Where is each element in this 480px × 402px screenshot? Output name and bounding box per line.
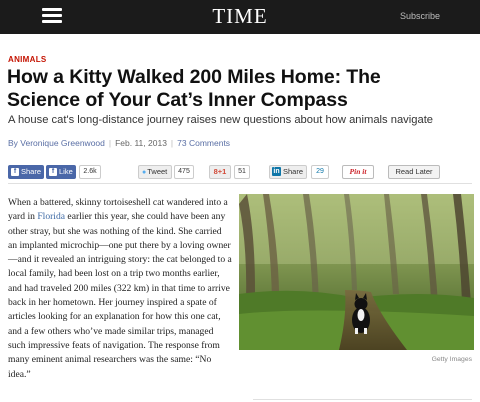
divider [253,399,472,400]
google-plus-button[interactable]: 8+1 [209,165,231,179]
article-headline: How a Kitty Walked 200 Miles Home: The S… [7,66,477,112]
facebook-share-label: Share [21,167,42,176]
byline: By Veronique Greenwood | Feb. 11, 2013 | 73 … [8,138,230,148]
divider [8,183,472,184]
linkedin-share-button[interactable]: in Share [269,165,307,179]
like-count: 2.6k [79,165,101,179]
headline-line-2: Science of Your Cat’s Inner Compass [7,89,348,111]
linkedin-icon: in [272,167,281,177]
article-dek: A house cat's long-distance journey rais… [8,114,434,126]
tweet-label: Tweet [147,167,168,176]
photo-credit: Getty Images [431,356,472,363]
headline-line-1: How a Kitty Walked 200 Miles Home: The [7,66,381,88]
linkedin-count: 29 [311,165,329,179]
author-link[interactable]: By Veronique Greenwood [8,138,105,148]
twitter-bird-icon: ● [142,169,147,176]
florida-link[interactable]: Florida [37,211,65,222]
top-navigation-bar: TIME Subscribe [0,0,480,34]
article-photo [239,194,474,350]
hamburger-menu-icon[interactable] [42,8,62,24]
article-body: When a battered, skinny tortoiseshell ca… [8,196,232,382]
facebook-icon: f [11,167,19,176]
linkedin-label: Share [283,167,304,176]
read-later-button[interactable]: Read Later [388,165,440,179]
facebook-like-label: Like [59,167,73,176]
byline-separator: | [108,138,112,148]
tweet-count: 475 [174,165,194,179]
section-label[interactable]: ANIMALS [8,55,47,64]
cat-on-forest-path-image [239,194,474,350]
facebook-like-button[interactable]: f Like [46,165,76,179]
tweet-button[interactable]: ●Tweet [138,165,172,179]
pinterest-pin-button[interactable]: Pin it [342,165,374,179]
google-plus-count: 51 [234,165,250,179]
facebook-icon: f [49,167,57,176]
time-logo[interactable]: TIME [212,4,267,28]
byline-separator: | [170,138,174,148]
comments-link[interactable]: 73 Comments [177,138,230,148]
facebook-share-button[interactable]: f Share [8,165,44,179]
subscribe-link[interactable]: Subscribe [400,11,440,21]
publish-date: Feb. 11, 2013 [115,138,167,148]
paragraph-text: earlier this year, she could have been a… [8,211,232,380]
